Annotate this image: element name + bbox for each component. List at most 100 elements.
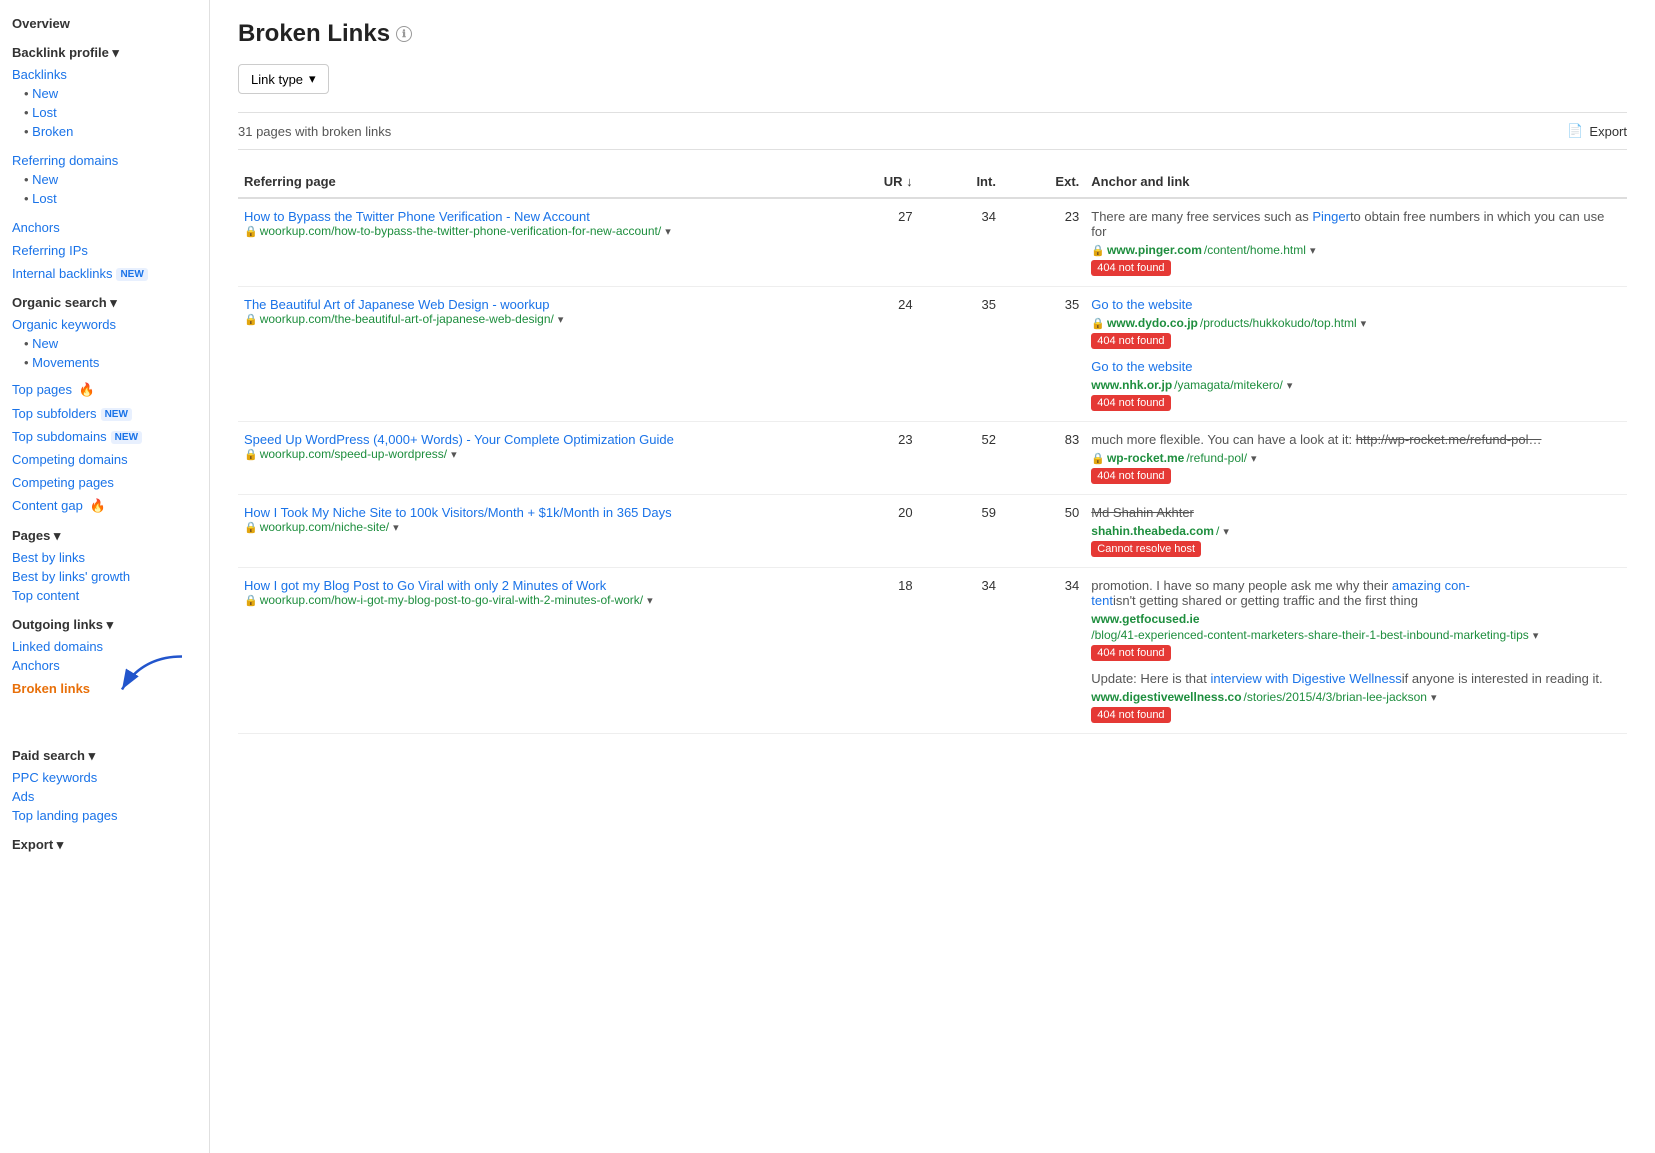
referring-url-link[interactable]: woorkup.com/how-i-got-my-blog-post-to-go… (260, 593, 643, 607)
lock-icon: 🔒 (1091, 317, 1105, 330)
referring-page-cell: How to Bypass the Twitter Phone Verifica… (238, 198, 821, 287)
chevron-down-icon: ▾ (1251, 452, 1257, 465)
sidebar-organic-search[interactable]: Organic search ▾ (12, 295, 197, 311)
referring-url: 🔒 woorkup.com/speed-up-wordpress/ ▾ (244, 447, 815, 461)
sidebar-item-ppc-keywords[interactable]: PPC keywords (12, 768, 197, 787)
referring-url-link[interactable]: woorkup.com/how-to-bypass-the-twitter-ph… (260, 224, 662, 238)
anchor-cell: promotion. I have so many people ask me … (1085, 568, 1627, 734)
fire-icon: 🔥 (79, 382, 95, 397)
anchor-block: promotion. I have so many people ask me … (1091, 578, 1621, 661)
anchor-url-bold: wp-rocket.me (1107, 451, 1184, 465)
sidebar-item-anchors-out[interactable]: Anchors (12, 656, 197, 675)
anchor-description: Go to the website (1091, 359, 1621, 374)
anchor-description: There are many free services such as Pin… (1091, 209, 1621, 239)
sidebar-item-top-pages[interactable]: Top pages 🔥 (12, 380, 197, 400)
sidebar-sub-backlinks-lost[interactable]: Lost (12, 103, 197, 122)
anchor-url: 🔒 wp-rocket.me/refund-pol/ ▾ (1091, 451, 1621, 465)
sidebar-item-ads[interactable]: Ads (12, 787, 197, 806)
anchor-url: www.digestivewellness.co/stories/2015/4/… (1091, 690, 1621, 704)
chevron-down-icon: ▾ (1361, 317, 1367, 330)
sidebar-backlink-profile[interactable]: Backlink profile ▾ (12, 45, 197, 61)
col-header-ur[interactable]: UR ↓ (821, 166, 918, 198)
sidebar-item-broken-links[interactable]: Broken links (12, 679, 197, 698)
anchor-inline-link[interactable]: interview with Digestive Wellness (1211, 671, 1402, 686)
sidebar-item-top-landing-pages[interactable]: Top landing pages (12, 806, 197, 825)
new-badge-subdomains: NEW (111, 431, 142, 444)
link-type-dropdown[interactable]: Link type ▾ (238, 64, 329, 94)
sidebar-item-internal-backlinks[interactable]: Internal backlinksNEW (12, 264, 197, 283)
sidebar-item-best-by-links-growth[interactable]: Best by links' growth (12, 567, 197, 586)
referring-page-cell: The Beautiful Art of Japanese Web Design… (238, 287, 821, 422)
status-badge: 404 not found (1091, 395, 1170, 411)
chevron-down-icon: ▾ (1431, 691, 1437, 704)
sidebar-item-top-subfolders[interactable]: Top subfoldersNEW (12, 404, 197, 423)
sidebar-item-top-content[interactable]: Top content (12, 586, 197, 605)
sidebar-item-linked-domains[interactable]: Linked domains (12, 637, 197, 656)
anchor-url-bold: www.pinger.com (1107, 243, 1202, 257)
referring-url: 🔒 woorkup.com/the-beautiful-art-of-japan… (244, 312, 815, 326)
sidebar-item-backlinks[interactable]: Backlinks (12, 65, 197, 84)
referring-url-link[interactable]: woorkup.com/the-beautiful-art-of-japanes… (260, 312, 554, 326)
sidebar-item-organic-keywords[interactable]: Organic keywords (12, 315, 197, 334)
sidebar-item-competing-pages[interactable]: Competing pages (12, 473, 197, 492)
sidebar-sub-organic-new[interactable]: New (12, 334, 197, 353)
anchor-cell: Go to the website 🔒 www.dydo.co.jp/produ… (1085, 287, 1627, 422)
summary-bar: 31 pages with broken links 📄 Export (238, 112, 1627, 150)
referring-url-link[interactable]: woorkup.com/speed-up-wordpress/ (260, 447, 447, 461)
sidebar-outgoing-links[interactable]: Outgoing links ▾ (12, 617, 197, 633)
col-header-anchor: Anchor and link (1085, 166, 1627, 198)
col-header-int[interactable]: Int. (919, 166, 1002, 198)
ext-value: 50 (1002, 495, 1085, 568)
info-icon[interactable]: ℹ (396, 26, 412, 42)
sidebar-pages[interactable]: Pages ▾ (12, 528, 197, 544)
status-badge: 404 not found (1091, 260, 1170, 276)
chevron-down-icon: ▾ (393, 521, 399, 534)
anchor-inline-link[interactable]: Go to the website (1091, 359, 1192, 374)
anchor-description: much more flexible. You can have a look … (1091, 432, 1621, 447)
sidebar-item-top-subdomains[interactable]: Top subdomainsNEW (12, 427, 197, 446)
referring-url-link[interactable]: woorkup.com/niche-site/ (260, 520, 389, 534)
chevron-down-icon: ▾ (1223, 525, 1229, 538)
anchor-url-bold: shahin.theabeda.com (1091, 524, 1214, 538)
sidebar-export[interactable]: Export ▾ (12, 837, 197, 853)
sidebar-paid-search[interactable]: Paid search ▾ (12, 748, 197, 764)
anchor-inline-link[interactable]: amazing con-tent (1091, 578, 1470, 608)
sidebar-overview[interactable]: Overview (12, 16, 197, 31)
sidebar-sub-refdomains-new[interactable]: New (12, 170, 197, 189)
sidebar-sub-backlinks-new[interactable]: New (12, 84, 197, 103)
page-title: Broken Links ℹ (238, 20, 1627, 48)
referring-title-link[interactable]: The Beautiful Art of Japanese Web Design… (244, 297, 549, 312)
sidebar-item-best-by-links[interactable]: Best by links (12, 548, 197, 567)
ur-value: 23 (821, 422, 918, 495)
referring-title-link[interactable]: How I Took My Niche Site to 100k Visitor… (244, 505, 672, 520)
export-button[interactable]: 📄 Export (1567, 123, 1627, 139)
referring-title-link[interactable]: How I got my Blog Post to Go Viral with … (244, 578, 606, 593)
anchor-cell: Md Shahin Akhter shahin.theabeda.com/ ▾ … (1085, 495, 1627, 568)
anchor-url-rest: /blog/41-experienced-content-marketers-s… (1091, 628, 1529, 642)
anchor-inline-link[interactable]: Go to the website (1091, 297, 1192, 312)
anchor-inline-link[interactable]: Pinger (1312, 209, 1350, 224)
chevron-down-icon: ▾ (647, 594, 653, 607)
ur-value: 20 (821, 495, 918, 568)
sidebar-sub-backlinks-broken[interactable]: Broken (12, 122, 197, 141)
sidebar-item-referring-domains[interactable]: Referring domains (12, 151, 197, 170)
referring-url: 🔒 woorkup.com/how-i-got-my-blog-post-to-… (244, 593, 815, 607)
sidebar-item-competing-domains[interactable]: Competing domains (12, 450, 197, 469)
referring-title-link[interactable]: How to Bypass the Twitter Phone Verifica… (244, 209, 590, 224)
sidebar-sub-refdomains-lost[interactable]: Lost (12, 189, 197, 208)
lock-icon: 🔒 (244, 521, 258, 534)
sidebar-item-content-gap[interactable]: Content gap 🔥 (12, 496, 197, 516)
referring-title-link[interactable]: Speed Up WordPress (4,000+ Words) - Your… (244, 432, 674, 447)
table-row: Speed Up WordPress (4,000+ Words) - Your… (238, 422, 1627, 495)
anchor-url-bold: www.digestivewellness.co (1091, 690, 1241, 704)
export-icon: 📄 (1567, 123, 1583, 139)
referring-page-cell: How I Took My Niche Site to 100k Visitor… (238, 495, 821, 568)
sidebar-item-anchors[interactable]: Anchors (12, 218, 197, 237)
sidebar-item-referring-ips[interactable]: Referring IPs (12, 241, 197, 260)
status-badge: 404 not found (1091, 645, 1170, 661)
int-value: 52 (919, 422, 1002, 495)
sidebar: Overview Backlink profile ▾ Backlinks Ne… (0, 0, 210, 1153)
referring-url: 🔒 woorkup.com/how-to-bypass-the-twitter-… (244, 224, 815, 238)
col-header-ext[interactable]: Ext. (1002, 166, 1085, 198)
sidebar-sub-organic-movements[interactable]: Movements (12, 353, 197, 372)
